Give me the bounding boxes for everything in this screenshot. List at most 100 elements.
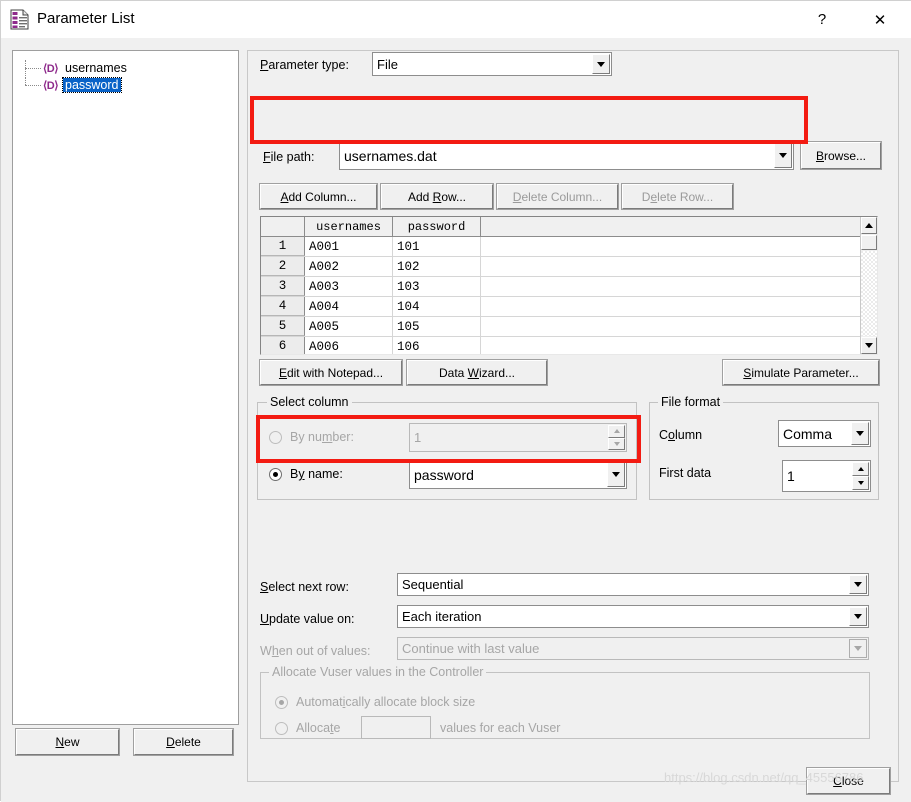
delete-column-button[interactable]: Delete Column... [497, 184, 618, 209]
column-format-label-rest: lumn [675, 428, 702, 442]
close-window-button[interactable]: ✕ [857, 1, 903, 38]
first-data-spinner[interactable]: 1 [782, 460, 871, 492]
tree-item-label: password [63, 78, 121, 92]
table-row[interactable]: 6 A006 106 [261, 337, 860, 354]
select-next-row-value: Sequential [402, 577, 463, 592]
cell-filler [481, 297, 860, 316]
parameter-type-combo[interactable]: File [372, 52, 612, 76]
file-path-combo[interactable]: usernames.dat [339, 141, 794, 170]
when-out-label-rest: en out of values: [279, 644, 371, 658]
scrollbar-track[interactable] [861, 251, 877, 336]
cell-password[interactable]: 101 [393, 237, 481, 256]
cell-password[interactable]: 106 [393, 337, 481, 354]
parameter-icon: ⟨D⟩ [43, 79, 63, 92]
table-row[interactable]: 5 A005 105 [261, 317, 860, 337]
table-row[interactable]: 2 A002 102 [261, 257, 860, 277]
spinner-buttons[interactable] [608, 425, 625, 450]
chevron-down-icon[interactable] [849, 607, 867, 626]
by-name-label-rest: name: [305, 467, 343, 481]
delete-parameter-button[interactable]: Delete [134, 729, 233, 755]
when-out-mnemonic: h [272, 644, 279, 658]
cell-usernames[interactable]: A002 [305, 257, 393, 276]
column-format-combo[interactable]: Comma [778, 420, 871, 447]
simulate-label-rest: imulate Parameter... [751, 366, 858, 380]
grid-vertical-scrollbar[interactable] [860, 217, 877, 354]
parameter-list-window: Parameter List ? ✕ ⟨D⟩ usernames ⟨D⟩ pas… [0, 0, 911, 801]
watermark-text: https://blog.csdn.net/qq_45556786 [664, 770, 864, 785]
spinner-up-icon[interactable] [852, 462, 869, 476]
select-next-row-label-rest: elect next row: [268, 580, 349, 594]
chevron-down-icon[interactable] [849, 575, 867, 594]
allocate-count-input[interactable] [361, 716, 431, 739]
select-next-row-combo[interactable]: Sequential [397, 573, 869, 596]
spinner-down-icon[interactable] [608, 438, 625, 451]
chevron-down-icon[interactable] [607, 462, 625, 487]
chevron-down-icon[interactable] [592, 54, 610, 74]
cell-filler [481, 317, 860, 336]
file-format-group-title: File format [658, 395, 723, 409]
spinner-down-icon[interactable] [852, 476, 869, 490]
by-number-radio[interactable] [269, 431, 282, 444]
table-row[interactable]: 4 A004 104 [261, 297, 860, 317]
scroll-down-icon[interactable] [861, 337, 877, 354]
auto-allocate-radio[interactable] [275, 696, 288, 709]
chevron-down-icon[interactable] [851, 422, 869, 445]
table-row[interactable]: 1 A001 101 [261, 237, 860, 257]
grid-body: usernames password 1 A001 101 2 A002 102 [261, 217, 860, 354]
cell-usernames[interactable]: A003 [305, 277, 393, 296]
tree-item-usernames[interactable]: ⟨D⟩ usernames [23, 60, 129, 76]
by-number-mnemonic: m [322, 430, 332, 444]
first-data-value: 1 [787, 468, 795, 484]
title-bar: Parameter List ? ✕ [1, 1, 911, 38]
edit-notepad-mnemonic: E [279, 366, 287, 380]
grid-header-usernames[interactable]: usernames [305, 217, 393, 236]
parameter-tree[interactable]: ⟨D⟩ usernames ⟨D⟩ password [12, 50, 239, 725]
row-number: 2 [261, 257, 305, 276]
chevron-down-icon[interactable] [849, 639, 867, 658]
cell-password[interactable]: 103 [393, 277, 481, 296]
spinner-buttons[interactable] [852, 462, 869, 490]
column-format-mnemonic: o [668, 428, 675, 442]
row-number: 4 [261, 297, 305, 316]
tree-connector-icon [23, 77, 43, 93]
column-format-value: Comma [783, 426, 832, 442]
column-format-label: Column [659, 428, 702, 442]
scrollbar-thumb[interactable] [861, 235, 877, 250]
cell-filler [481, 237, 860, 256]
by-number-spinner[interactable]: 1 [409, 423, 627, 452]
add-column-button[interactable]: Add Column... [260, 184, 377, 209]
tree-item-password[interactable]: ⟨D⟩ password [23, 77, 121, 93]
new-parameter-button[interactable]: New [16, 729, 119, 755]
grid-header-password[interactable]: password [393, 217, 481, 236]
when-out-of-values-combo[interactable]: Continue with last value [397, 637, 869, 660]
spinner-up-icon[interactable] [608, 425, 625, 438]
select-column-group-title: Select column [267, 395, 352, 409]
scroll-up-icon[interactable] [861, 217, 877, 234]
chevron-down-icon[interactable] [774, 143, 792, 168]
cell-usernames[interactable]: A005 [305, 317, 393, 336]
by-number-label-rest: ber: [332, 430, 354, 444]
parameter-type-label: Parameter type: [260, 58, 349, 72]
by-name-combo[interactable]: password [409, 460, 627, 489]
edit-with-notepad-button[interactable]: Edit with Notepad... [260, 360, 402, 385]
parameter-data-grid[interactable]: usernames password 1 A001 101 2 A002 102 [260, 216, 878, 355]
cell-password[interactable]: 104 [393, 297, 481, 316]
cell-usernames[interactable]: A001 [305, 237, 393, 256]
table-row[interactable]: 3 A003 103 [261, 277, 860, 297]
simulate-parameter-button[interactable]: Simulate Parameter... [723, 360, 879, 385]
help-button[interactable]: ? [799, 1, 845, 38]
delete-row-button[interactable]: Delete Row... [622, 184, 733, 209]
cell-usernames[interactable]: A006 [305, 337, 393, 354]
update-value-on-label: Update value on: [260, 612, 355, 626]
add-row-button[interactable]: Add Row... [381, 184, 493, 209]
cell-password[interactable]: 105 [393, 317, 481, 336]
update-value-on-combo[interactable]: Each iteration [397, 605, 869, 628]
allocate-count-radio[interactable] [275, 722, 288, 735]
grid-header-filler [481, 217, 860, 236]
data-wizard-button[interactable]: Data Wizard... [407, 360, 547, 385]
cell-password[interactable]: 102 [393, 257, 481, 276]
by-name-radio[interactable] [269, 468, 282, 481]
parameter-icon: ⟨D⟩ [43, 62, 63, 75]
cell-usernames[interactable]: A004 [305, 297, 393, 316]
browse-button[interactable]: Browse... [801, 142, 881, 169]
